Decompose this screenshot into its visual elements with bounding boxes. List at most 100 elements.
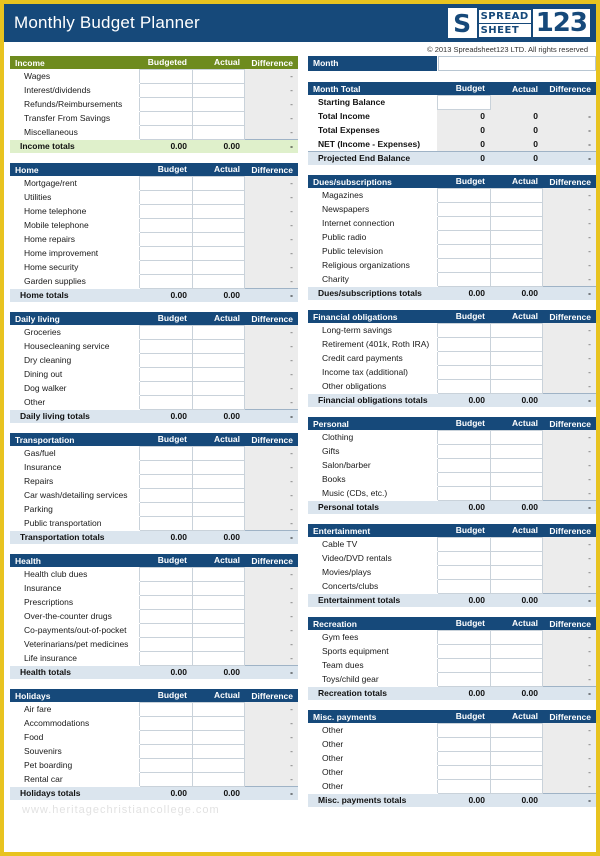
- actual-input-cell[interactable]: [191, 395, 246, 410]
- budget-input-cell[interactable]: [436, 216, 491, 231]
- budget-input-cell[interactable]: [436, 322, 491, 338]
- budget-input-cell[interactable]: [436, 244, 491, 259]
- actual-input-cell[interactable]: [191, 218, 246, 233]
- actual-input-cell[interactable]: [489, 779, 544, 794]
- actual-input-cell[interactable]: [489, 737, 544, 752]
- budget-input-cell[interactable]: [138, 758, 193, 773]
- actual-input-cell[interactable]: [191, 772, 246, 787]
- budget-input-cell[interactable]: [436, 536, 491, 552]
- actual-input-cell[interactable]: [191, 204, 246, 219]
- budget-input-cell[interactable]: [436, 472, 491, 487]
- budget-input-cell[interactable]: [436, 202, 491, 217]
- budget-input-cell[interactable]: [138, 566, 193, 582]
- budget-input-cell[interactable]: [436, 337, 491, 352]
- actual-input-cell[interactable]: [489, 272, 544, 287]
- budget-input-cell[interactable]: [138, 367, 193, 382]
- actual-input-cell[interactable]: [489, 187, 544, 203]
- budget-input-cell[interactable]: [436, 722, 491, 738]
- budget-input-cell[interactable]: [138, 772, 193, 787]
- budget-input-cell[interactable]: [436, 765, 491, 780]
- budget-input-cell[interactable]: [138, 246, 193, 261]
- actual-input-cell[interactable]: [489, 672, 544, 687]
- month-input[interactable]: [438, 56, 596, 71]
- budget-input-cell[interactable]: [138, 744, 193, 759]
- actual-input-cell[interactable]: [191, 339, 246, 354]
- starting-balance-input[interactable]: [436, 94, 491, 110]
- actual-input-cell[interactable]: [191, 744, 246, 759]
- actual-input-cell[interactable]: [191, 595, 246, 610]
- budget-input-cell[interactable]: [138, 502, 193, 517]
- actual-input-cell[interactable]: [191, 516, 246, 531]
- budget-input-cell[interactable]: [436, 379, 491, 394]
- budget-input-cell[interactable]: [138, 609, 193, 624]
- actual-input-cell[interactable]: [191, 111, 246, 126]
- budget-input-cell[interactable]: [436, 187, 491, 203]
- actual-input-cell[interactable]: [191, 623, 246, 638]
- budget-input-cell[interactable]: [436, 444, 491, 459]
- actual-input-cell[interactable]: [191, 246, 246, 261]
- actual-input-cell[interactable]: [191, 474, 246, 489]
- budget-input-cell[interactable]: [138, 701, 193, 717]
- budget-input-cell[interactable]: [138, 190, 193, 205]
- actual-input-cell[interactable]: [191, 125, 246, 140]
- budget-input-cell[interactable]: [436, 429, 491, 445]
- budget-input-cell[interactable]: [436, 230, 491, 245]
- actual-input-cell[interactable]: [489, 444, 544, 459]
- budget-input-cell[interactable]: [436, 551, 491, 566]
- budget-input-cell[interactable]: [138, 353, 193, 368]
- budget-input-cell[interactable]: [436, 365, 491, 380]
- actual-input-cell[interactable]: [191, 175, 246, 191]
- actual-input-cell[interactable]: [489, 244, 544, 259]
- actual-input-cell[interactable]: [191, 445, 246, 461]
- budget-input-cell[interactable]: [138, 651, 193, 666]
- budget-input-cell[interactable]: [138, 595, 193, 610]
- budget-input-cell[interactable]: [138, 395, 193, 410]
- budget-input-cell[interactable]: [138, 581, 193, 596]
- budget-input-cell[interactable]: [436, 351, 491, 366]
- actual-input-cell[interactable]: [191, 324, 246, 340]
- actual-input-cell[interactable]: [489, 216, 544, 231]
- actual-input-cell[interactable]: [489, 579, 544, 594]
- actual-input-cell[interactable]: [191, 274, 246, 289]
- budget-input-cell[interactable]: [138, 232, 193, 247]
- actual-input-cell[interactable]: [191, 716, 246, 731]
- budget-input-cell[interactable]: [138, 97, 193, 112]
- actual-input-cell[interactable]: [191, 609, 246, 624]
- actual-input-cell[interactable]: [489, 536, 544, 552]
- budget-input-cell[interactable]: [138, 460, 193, 475]
- actual-input-cell[interactable]: [489, 337, 544, 352]
- actual-input-cell[interactable]: [191, 97, 246, 112]
- budget-input-cell[interactable]: [436, 737, 491, 752]
- budget-input-cell[interactable]: [138, 637, 193, 652]
- actual-input-cell[interactable]: [489, 429, 544, 445]
- actual-input-cell[interactable]: [489, 629, 544, 645]
- actual-input-cell[interactable]: [191, 232, 246, 247]
- actual-input-cell[interactable]: [191, 637, 246, 652]
- actual-input-cell[interactable]: [191, 68, 246, 84]
- budget-input-cell[interactable]: [138, 260, 193, 275]
- budget-input-cell[interactable]: [138, 516, 193, 531]
- actual-input-cell[interactable]: [489, 722, 544, 738]
- budget-input-cell[interactable]: [436, 629, 491, 645]
- actual-input-cell[interactable]: [489, 472, 544, 487]
- actual-input-cell[interactable]: [191, 353, 246, 368]
- actual-input-cell[interactable]: [191, 581, 246, 596]
- actual-input-cell[interactable]: [191, 381, 246, 396]
- budget-input-cell[interactable]: [436, 644, 491, 659]
- budget-input-cell[interactable]: [436, 258, 491, 273]
- budget-input-cell[interactable]: [138, 488, 193, 503]
- actual-input-cell[interactable]: [191, 83, 246, 98]
- budget-input-cell[interactable]: [138, 716, 193, 731]
- actual-input-cell[interactable]: [489, 351, 544, 366]
- budget-input-cell[interactable]: [436, 486, 491, 501]
- budget-input-cell[interactable]: [138, 381, 193, 396]
- actual-input-cell[interactable]: [191, 502, 246, 517]
- budget-input-cell[interactable]: [138, 175, 193, 191]
- budget-input-cell[interactable]: [138, 204, 193, 219]
- actual-input-cell[interactable]: [191, 758, 246, 773]
- actual-input-cell[interactable]: [489, 202, 544, 217]
- actual-input-cell[interactable]: [191, 190, 246, 205]
- actual-input-cell[interactable]: [191, 260, 246, 275]
- budget-input-cell[interactable]: [436, 458, 491, 473]
- actual-input-cell[interactable]: [191, 488, 246, 503]
